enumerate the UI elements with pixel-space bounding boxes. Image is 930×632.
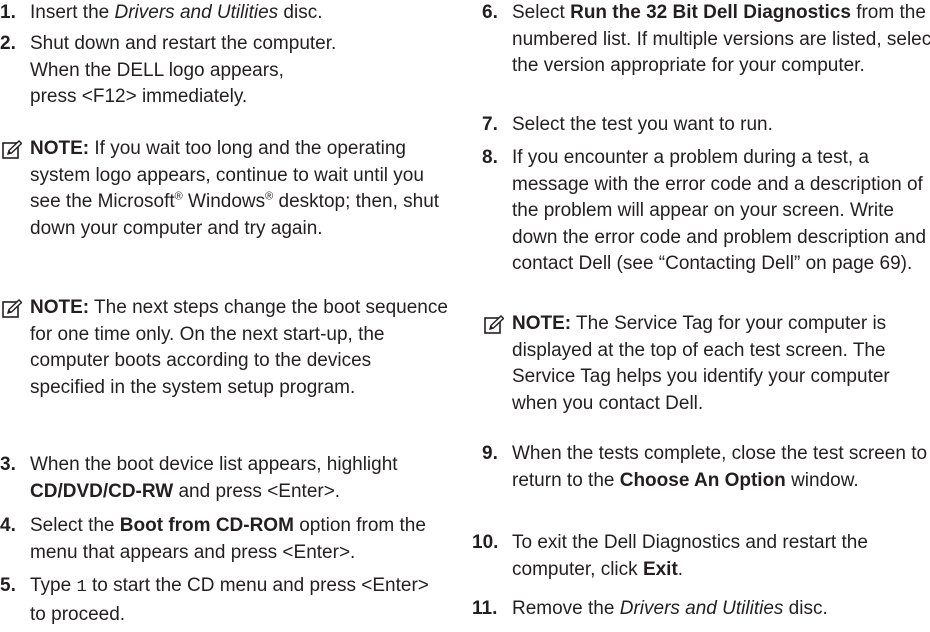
note-text: NOTE: If you wait too long and the opera… — [30, 138, 440, 239]
step-text: Select Run the 32 Bit Dell Diagnostics f… — [512, 2, 930, 76]
step-number: 11. — [472, 598, 498, 619]
step-10: 10. To exit the Dell Diagnostics and res… — [472, 530, 930, 583]
note-text: NOTE: The Service Tag for your computer … — [512, 313, 890, 414]
step-number: 1. — [0, 2, 16, 23]
note-text: NOTE: The next steps change the boot seq… — [30, 297, 448, 398]
step-text: When the tests complete, close the test … — [512, 443, 928, 491]
step-number: 8. — [482, 147, 498, 168]
step-7: 7. Select the test you want to run. — [482, 112, 930, 139]
step-1: 1. Insert the Drivers and Utilities disc… — [0, 0, 448, 27]
note-1: NOTE: If you wait too long and the opera… — [0, 136, 448, 242]
step-number: 5. — [0, 575, 16, 596]
step-number: 3. — [0, 454, 16, 475]
step-8: 8. If you encounter a problem during a t… — [482, 145, 930, 278]
step-9: 9. When the tests complete, close the te… — [482, 441, 930, 494]
note-pencil-icon — [2, 140, 22, 159]
step-text: Remove the Drivers and Utilities disc. — [512, 598, 828, 619]
step-text: Insert the Drivers and Utilities disc. — [30, 2, 323, 23]
step-number: 6. — [482, 2, 498, 23]
step-3: 3. When the boot device list appears, hi… — [0, 452, 478, 505]
step-number: 4. — [0, 515, 16, 536]
step-text: Select the test you want to run. — [512, 114, 773, 135]
step-2: 2. Shut down and restart the computer. Wh… — [0, 31, 448, 111]
step-5: 5. Type 1 to start the CD menu and press… — [0, 573, 448, 628]
step-number: 7. — [482, 114, 498, 135]
step-text: If you encounter a problem during a test… — [512, 147, 927, 274]
step-6: 6. Select Run the 32 Bit Dell Diagnostic… — [482, 0, 930, 80]
step-number: 2. — [0, 33, 16, 54]
step-text: Type 1 to start the CD menu and press <E… — [30, 575, 429, 625]
step-text: Shut down and restart the computer. When … — [30, 33, 337, 107]
step-number: 10. — [472, 532, 499, 553]
step-text: When the boot device list appears, highl… — [30, 454, 398, 502]
step-text: To exit the Dell Diagnostics and restart… — [512, 532, 868, 580]
step-11: 11. Remove the Drivers and Utilities dis… — [472, 596, 930, 623]
step-number: 9. — [482, 443, 498, 464]
note-3: NOTE: The Service Tag for your computer … — [482, 311, 930, 417]
note-pencil-icon — [484, 315, 504, 334]
note-pencil-icon — [2, 299, 22, 318]
note-2: NOTE: The next steps change the boot seq… — [0, 295, 448, 401]
step-text: Select the Boot from CD-ROM option from … — [30, 515, 426, 563]
step-4: 4. Select the Boot from CD-ROM option fr… — [0, 513, 478, 566]
